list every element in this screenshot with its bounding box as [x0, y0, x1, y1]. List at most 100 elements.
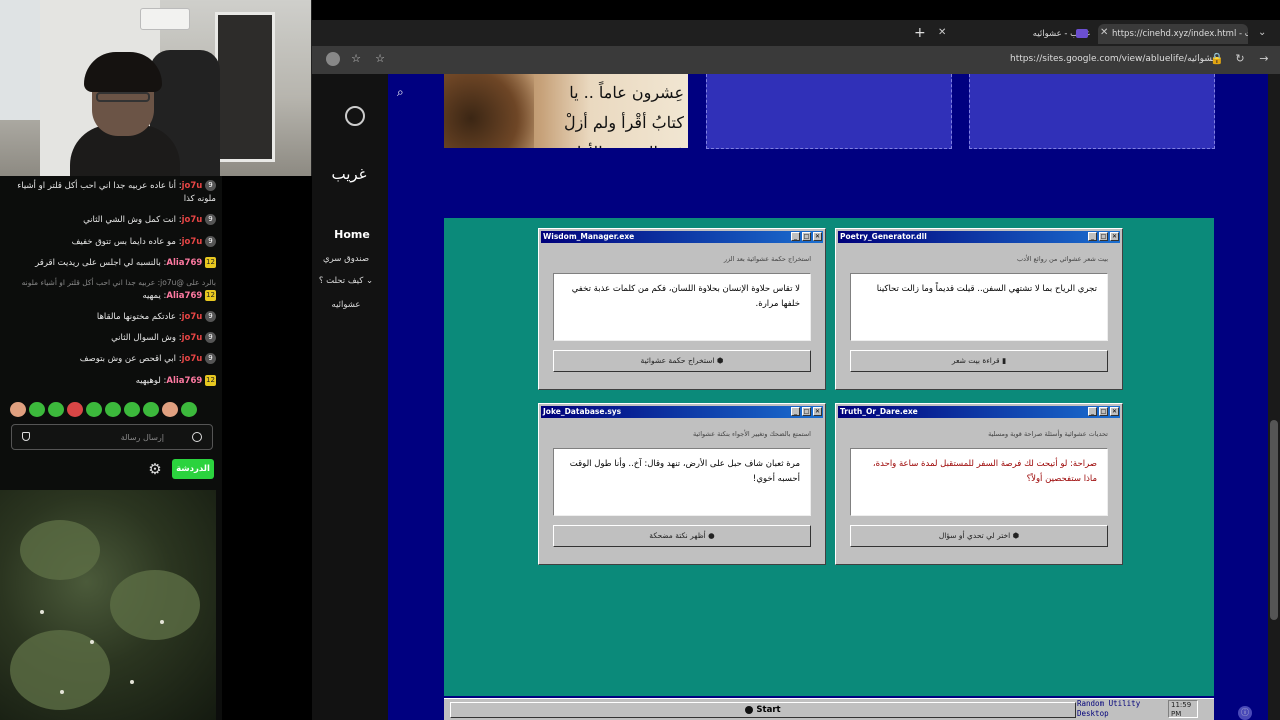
tab-list-chevron-icon[interactable]: ⌄ [1258, 27, 1266, 38]
browser-tab[interactable]: https://cinehd.xyz/index.html - ت [1098, 24, 1248, 44]
emote-icon[interactable] [48, 402, 64, 417]
shield-icon[interactable] [22, 432, 30, 441]
search-icon[interactable]: ⌕ [397, 85, 404, 100]
nav-secret-box[interactable]: صندوق سري [312, 254, 380, 264]
nav-home[interactable]: Home [318, 228, 386, 241]
chat-user[interactable]: jo7u [182, 333, 203, 343]
button-dot-icon: ⬢ [716, 356, 724, 365]
maximize-icon[interactable]: □ [1099, 407, 1108, 416]
chat-text: ابي اقحص عن وش بتوصف [79, 354, 176, 364]
emote-icon[interactable] [143, 402, 159, 417]
chat-message: 12 Alia769: بالنسبه لي اجلس على ريديت اق… [35, 257, 216, 268]
chevron-down-icon: ⌄ [365, 276, 374, 286]
chat-badge: 9 [205, 332, 216, 343]
generate-wisdom-button[interactable]: ⬢ استخراج حكمة عشوائية [553, 350, 811, 372]
nav-how-to[interactable]: كيف تحلت ؟ ⌄ [312, 276, 380, 286]
chat-user[interactable]: Alia769 [166, 376, 202, 386]
new-tab-plus-icon[interactable]: + [914, 26, 926, 40]
scrollbar-thumb[interactable] [1270, 420, 1278, 620]
chat-badge: 9 [205, 214, 216, 225]
forward-arrow-icon[interactable]: → [1258, 53, 1270, 65]
emote-icon[interactable] [162, 402, 178, 417]
window-title[interactable]: Truth_Or_Dare.exe [838, 406, 1120, 418]
lock-icon[interactable]: 🔒 [1210, 53, 1224, 65]
emote-icon[interactable] [67, 402, 83, 417]
close-icon[interactable]: ✕ [813, 232, 822, 241]
clock-time: 11:59 [1171, 701, 1192, 709]
foliage [110, 570, 200, 640]
maximize-icon[interactable]: □ [802, 407, 811, 416]
window-subtitle: استخراج حكمة عشوائية بعد الزر [723, 255, 811, 263]
show-joke-button[interactable]: ● أظهر نكتة مضحكة [553, 525, 811, 547]
chat-user[interactable]: Alia769 [166, 291, 202, 301]
button-label: استخراج حكمة عشوائية [640, 356, 715, 365]
chat-badge: 9 [205, 353, 216, 364]
emoji-icon[interactable] [192, 432, 202, 442]
room-door [215, 12, 275, 162]
read-poem-button[interactable]: ▮ قراءة بيت شعر [850, 350, 1108, 372]
book-icon: ▮ [1002, 356, 1007, 365]
minimize-icon[interactable]: _ [791, 232, 800, 241]
maximize-icon[interactable]: □ [1099, 232, 1108, 241]
chat-message-input[interactable]: إرسال رسالة [11, 424, 213, 450]
minimize-icon[interactable]: _ [1088, 232, 1097, 241]
chat-send-button[interactable]: الدردشة [172, 459, 214, 479]
start-button[interactable]: Start [450, 702, 1076, 718]
emote-icon[interactable] [29, 402, 45, 417]
chat-badge: 9 [205, 236, 216, 247]
close-icon[interactable]: ✕ [1110, 407, 1119, 416]
emote-icon[interactable] [181, 402, 197, 417]
window-subtitle: بيت شعر عشوائي من روائع الأدب [1016, 255, 1108, 263]
tab-close-icon[interactable]: ✕ [938, 27, 946, 38]
tab-close-icon[interactable]: ✕ [1100, 27, 1108, 38]
maximize-icon[interactable]: □ [802, 232, 811, 241]
chat-message: 12 Alia769: يمهيه [142, 290, 216, 301]
reload-icon[interactable]: ↻ [1234, 53, 1246, 65]
profile-avatar-icon[interactable] [326, 52, 340, 66]
streamer-glasses [96, 92, 150, 102]
close-icon[interactable]: ✕ [813, 407, 822, 416]
emote-icon[interactable] [105, 402, 121, 417]
window-truth-or-dare: Truth_Or_Dare.exe _ □ ✕ تحديات عشوائية و… [835, 403, 1123, 565]
window-title[interactable]: Joke_Database.sys [541, 406, 823, 418]
chat-message: 9 jo7u: مو عاده دايما بس تتوق خفيف [10, 236, 216, 249]
chat-message: 9 jo7u: وش السوال الثاني [10, 332, 216, 345]
start-label: Start [756, 705, 781, 715]
chat-badge: 12 [205, 375, 216, 386]
chat-user[interactable]: jo7u [182, 215, 203, 225]
site-logo-icon[interactable] [345, 106, 365, 126]
emote-icon[interactable] [10, 402, 26, 417]
chat-settings-gear-icon[interactable]: ⚙ [147, 461, 163, 477]
info-icon[interactable]: ⓘ [1238, 706, 1252, 720]
nav-how-to-label: كيف تحلت ؟ [318, 276, 364, 286]
emote-icon[interactable] [124, 402, 140, 417]
bookmark-star-icon[interactable]: ☆ [374, 53, 386, 65]
browser-tab-active[interactable]: غريب - عشوائيه [950, 24, 1096, 44]
emote-icon[interactable] [86, 402, 102, 417]
minimize-icon[interactable]: _ [1088, 407, 1097, 416]
nav-random[interactable]: عشوائيه [312, 300, 380, 310]
window-wisdom-manager: Wisdom_Manager.exe _ □ ✕ استخراج حكمة عش… [538, 228, 826, 390]
scrollbar[interactable] [1268, 74, 1280, 720]
chat-user[interactable]: jo7u [182, 237, 203, 247]
screen: 9 jo7u: أنا عاده عربيه جدا اني احب أكل ق… [0, 0, 1280, 720]
chat-user[interactable]: jo7u [182, 181, 203, 191]
url-field[interactable]: https://sites.google.com/view/abluelife/… [1010, 54, 1218, 64]
truth-or-dare-button[interactable]: ⬢ اختر لي تحدي أو سؤال [850, 525, 1108, 547]
calligraphy-shadow [444, 74, 534, 148]
chat-user[interactable]: jo7u [182, 354, 203, 364]
minimize-icon[interactable]: _ [791, 407, 800, 416]
window-title[interactable]: Wisdom_Manager.exe [541, 231, 823, 243]
site-title[interactable]: غريب [320, 165, 378, 183]
window-output: صراحة: لو أتيحت لك فرصة السفر للمستقبل ل… [850, 448, 1108, 516]
window-output: مرة ثعبان شاف حبل على الأرض، تنهد وقال: … [553, 448, 811, 516]
close-icon[interactable]: ✕ [1110, 232, 1119, 241]
window-poetry-generator: Poetry_Generator.dll _ □ ✕ بيت شعر عشوائ… [835, 228, 1123, 390]
foliage [20, 520, 100, 580]
chat-text: بالنسبه لي اجلس على ريديت اقرقر [35, 258, 161, 268]
chat-user[interactable]: Alia769 [166, 258, 202, 268]
chat-user[interactable]: jo7u [182, 312, 203, 322]
star-icon[interactable]: ☆ [350, 53, 362, 65]
window-title[interactable]: Poetry_Generator.dll [838, 231, 1120, 243]
calligraphy-text: عِشرون عاماً .. يا كتابُ أقْرأ ولم أزلْ … [563, 83, 684, 148]
